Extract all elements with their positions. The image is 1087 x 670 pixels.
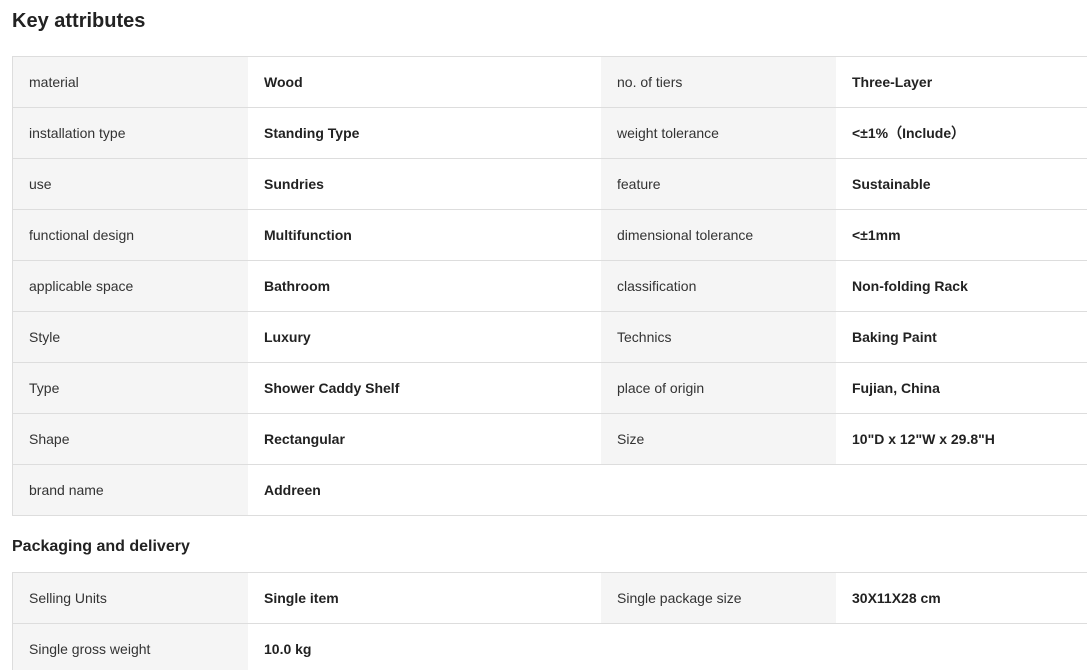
attribute-value: Luxury [248,312,601,362]
attribute-value: Rectangular [248,414,601,464]
attribute-label: brand name [13,465,248,515]
attribute-value: <±1%（Include） [836,108,1087,158]
key-attributes-table: material Wood no. of tiers Three-Layer i… [12,56,1087,516]
attribute-value: Sustainable [836,159,1087,209]
attribute-label: use [13,159,248,209]
attribute-label: Shape [13,414,248,464]
attribute-label: classification [601,261,836,311]
table-row: Selling Units Single item Single package… [13,573,1087,624]
attribute-value: 10"D x 12"W x 29.8"H [836,414,1087,464]
table-row: applicable space Bathroom classification… [13,261,1087,312]
table-row: functional design Multifunction dimensio… [13,210,1087,261]
attribute-label: dimensional tolerance [601,210,836,260]
attribute-label: Size [601,414,836,464]
attribute-value: 30X11X28 cm [836,573,1087,623]
empty-cell [836,465,1087,515]
attribute-value: Non-folding Rack [836,261,1087,311]
attribute-label: weight tolerance [601,108,836,158]
attribute-label: Type [13,363,248,413]
attribute-label: feature [601,159,836,209]
attribute-value: Fujian, China [836,363,1087,413]
table-row: Type Shower Caddy Shelf place of origin … [13,363,1087,414]
key-attributes-title: Key attributes [12,10,146,32]
attribute-label: Single gross weight [13,624,248,670]
attribute-label: Selling Units [13,573,248,623]
packaging-table: Selling Units Single item Single package… [12,572,1087,670]
attribute-label: no. of tiers [601,57,836,107]
packaging-title: Packaging and delivery [12,538,190,555]
table-row: Single gross weight 10.0 kg [13,624,1087,670]
attribute-value: Addreen [248,465,601,515]
attribute-label: applicable space [13,261,248,311]
table-row: Shape Rectangular Size 10"D x 12"W x 29.… [13,414,1087,465]
attribute-label: functional design [13,210,248,260]
attribute-label: Technics [601,312,836,362]
table-row: installation type Standing Type weight t… [13,108,1087,159]
attribute-label: material [13,57,248,107]
attribute-label: place of origin [601,363,836,413]
empty-cell [601,624,836,670]
attribute-value: Sundries [248,159,601,209]
attribute-value: Standing Type [248,108,601,158]
attribute-value: Single item [248,573,601,623]
attribute-label: Single package size [601,573,836,623]
attribute-label: installation type [13,108,248,158]
attribute-value: Three-Layer [836,57,1087,107]
empty-cell [601,465,836,515]
attribute-value: Baking Paint [836,312,1087,362]
empty-cell [836,624,1087,670]
attribute-value: Wood [248,57,601,107]
attribute-value: Shower Caddy Shelf [248,363,601,413]
attribute-value: Multifunction [248,210,601,260]
attribute-value: Bathroom [248,261,601,311]
table-row: use Sundries feature Sustainable [13,159,1087,210]
table-row: material Wood no. of tiers Three-Layer [13,57,1087,108]
attribute-value: <±1mm [836,210,1087,260]
attribute-label: Style [13,312,248,362]
table-row: Style Luxury Technics Baking Paint [13,312,1087,363]
table-row: brand name Addreen [13,465,1087,516]
attribute-value: 10.0 kg [248,624,601,670]
